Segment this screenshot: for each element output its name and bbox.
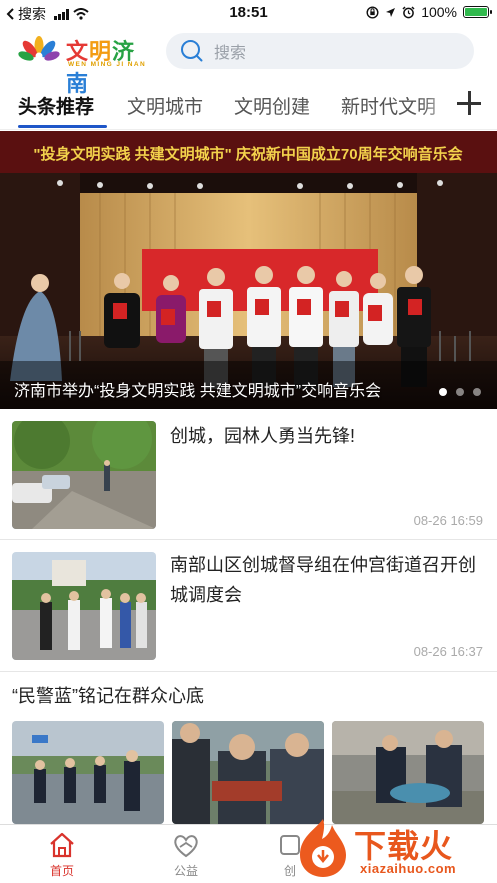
carousel-dot[interactable]: [456, 388, 464, 396]
tab-active-indicator: [18, 125, 107, 128]
tab-headline[interactable]: 头条推荐: [18, 92, 94, 119]
concert-photo: "投身文明实践 共建文明城市" 庆祝新中国成立70周年交响音乐会: [0, 131, 497, 409]
app-header: 文明济南 WEN MING JI NAN 搜索: [0, 26, 497, 96]
watermark-url: xiazaihuo.com: [360, 861, 457, 876]
category-tabs: 头条推荐 文明城市 文明创建 新时代文明: [0, 80, 497, 130]
news-title: “民警蓝”铭记在群众心底: [12, 686, 204, 706]
news-thumbnail: [12, 552, 156, 660]
flame-logo-icon: [300, 819, 346, 877]
logo-flower-icon: [18, 36, 60, 61]
news-thumbnail: [12, 421, 156, 529]
news-time: 08-26 16:59: [413, 513, 483, 528]
banner-caption: 济南市举办“投身文明实践 共建文明城市”交响音乐会: [14, 383, 382, 400]
search-bar[interactable]: 搜索: [166, 33, 474, 69]
news-time: 08-26 16:37: [413, 644, 483, 659]
orientation-lock-icon: [366, 5, 379, 19]
app-screen: 搜索 18:51 100% 文明济南 WEN MING JI NAN 搜索 头条…: [0, 0, 497, 883]
nav-charity[interactable]: 公益: [136, 831, 236, 879]
carousel-dot[interactable]: [473, 388, 481, 396]
battery-percent: 100%: [421, 4, 457, 20]
add-tab-icon[interactable]: [457, 90, 483, 116]
news-image: [332, 721, 484, 824]
carousel-dot[interactable]: [439, 388, 447, 396]
heart-hands-icon: [174, 835, 198, 858]
news-image: [172, 721, 324, 824]
tab-civilized-creation[interactable]: 文明创建: [234, 92, 310, 119]
nav-charity-label: 公益: [173, 864, 198, 878]
app-logo[interactable]: 文明济南 WEN MING JI NAN: [18, 32, 158, 96]
location-icon: [386, 7, 396, 17]
search-placeholder: 搜索: [214, 45, 247, 62]
battery-level: [465, 8, 487, 16]
logo-pinyin: WEN MING JI NAN: [68, 61, 147, 68]
news-title: 南部山区创城督导组在仲宫街道召开创城调度会: [170, 555, 476, 605]
nav-home[interactable]: 首页: [12, 831, 112, 879]
carousel-indicator: [439, 388, 481, 396]
battery-icon: [463, 6, 492, 18]
news-item[interactable]: 南部山区创城督导组在仲宫街道召开创城调度会 08-26 16:37: [0, 540, 497, 672]
news-title: 创城，园林人勇当先锋!: [170, 426, 355, 446]
status-bar: 搜索 18:51 100%: [0, 0, 497, 26]
news-image-row: [12, 721, 485, 824]
alarm-icon: [402, 5, 415, 18]
news-image: [12, 721, 164, 824]
tab-civilized-city[interactable]: 文明城市: [127, 92, 203, 119]
home-icon: [50, 832, 74, 858]
search-icon: [181, 40, 203, 62]
nav-home-label: 首页: [49, 864, 74, 878]
news-item[interactable]: 创城，园林人勇当先锋! 08-26 16:59: [0, 409, 497, 540]
watermark: 下载火 xiazaihuo.com: [290, 815, 497, 883]
stage-banner-text: "投身文明实践 共建文明城市" 庆祝新中国成立70周年交响音乐会: [33, 145, 462, 163]
banner-carousel[interactable]: "投身文明实践 共建文明城市" 庆祝新中国成立70周年交响音乐会 济南市举办“投…: [0, 131, 497, 409]
news-item-multi-image[interactable]: “民警蓝”铭记在群众心底: [0, 672, 497, 824]
